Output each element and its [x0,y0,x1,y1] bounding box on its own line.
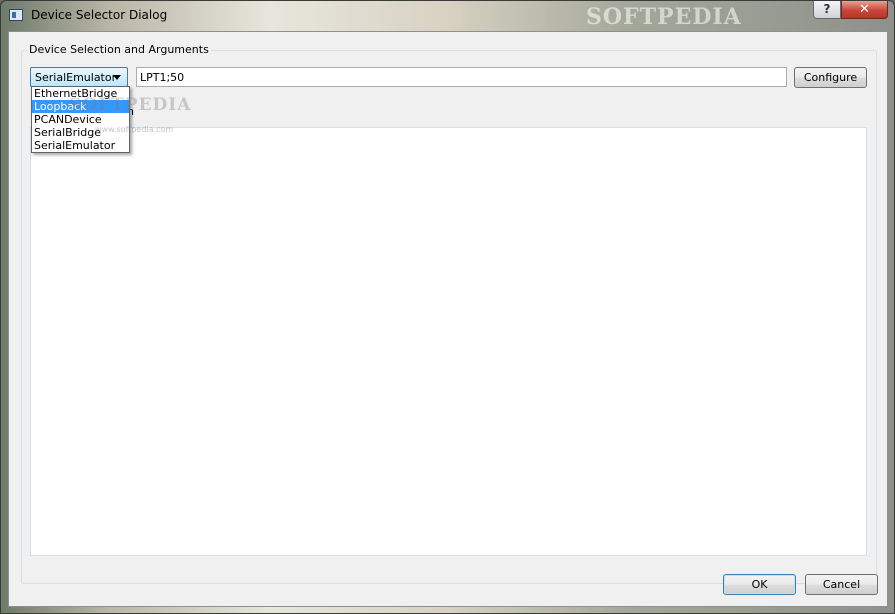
device-combo-value: SerialEmulator [35,71,117,84]
dropdown-item[interactable]: SerialEmulator [32,139,129,152]
arguments-input[interactable]: LPT1;50 [136,67,787,87]
watermark-overlay: SOFTPEDIA [69,95,192,115]
title-bar[interactable]: Device Selector Dialog SOFTPEDIA ? ✕ [1,1,894,31]
watermark-url: www.softpedia.com [95,125,174,134]
ok-button[interactable]: OK [723,574,796,595]
group-legend: Device Selection and Arguments [27,43,211,56]
help-button[interactable]: ? [813,1,841,19]
chevron-down-icon [113,75,121,80]
watermark-text: SOFTPEDIA [586,4,742,30]
dialog-window: Device Selector Dialog SOFTPEDIA ? ✕ Dev… [0,0,895,614]
cancel-button[interactable]: Cancel [805,574,878,595]
configuration-panel [30,127,867,556]
close-button[interactable]: ✕ [841,1,888,19]
window-title: Device Selector Dialog [31,8,168,22]
app-icon [9,9,23,21]
dialog-client-area: Device Selection and Arguments SerialEmu… [8,31,888,607]
configure-button[interactable]: Configure [794,67,867,88]
device-combo[interactable]: SerialEmulator [30,67,128,87]
